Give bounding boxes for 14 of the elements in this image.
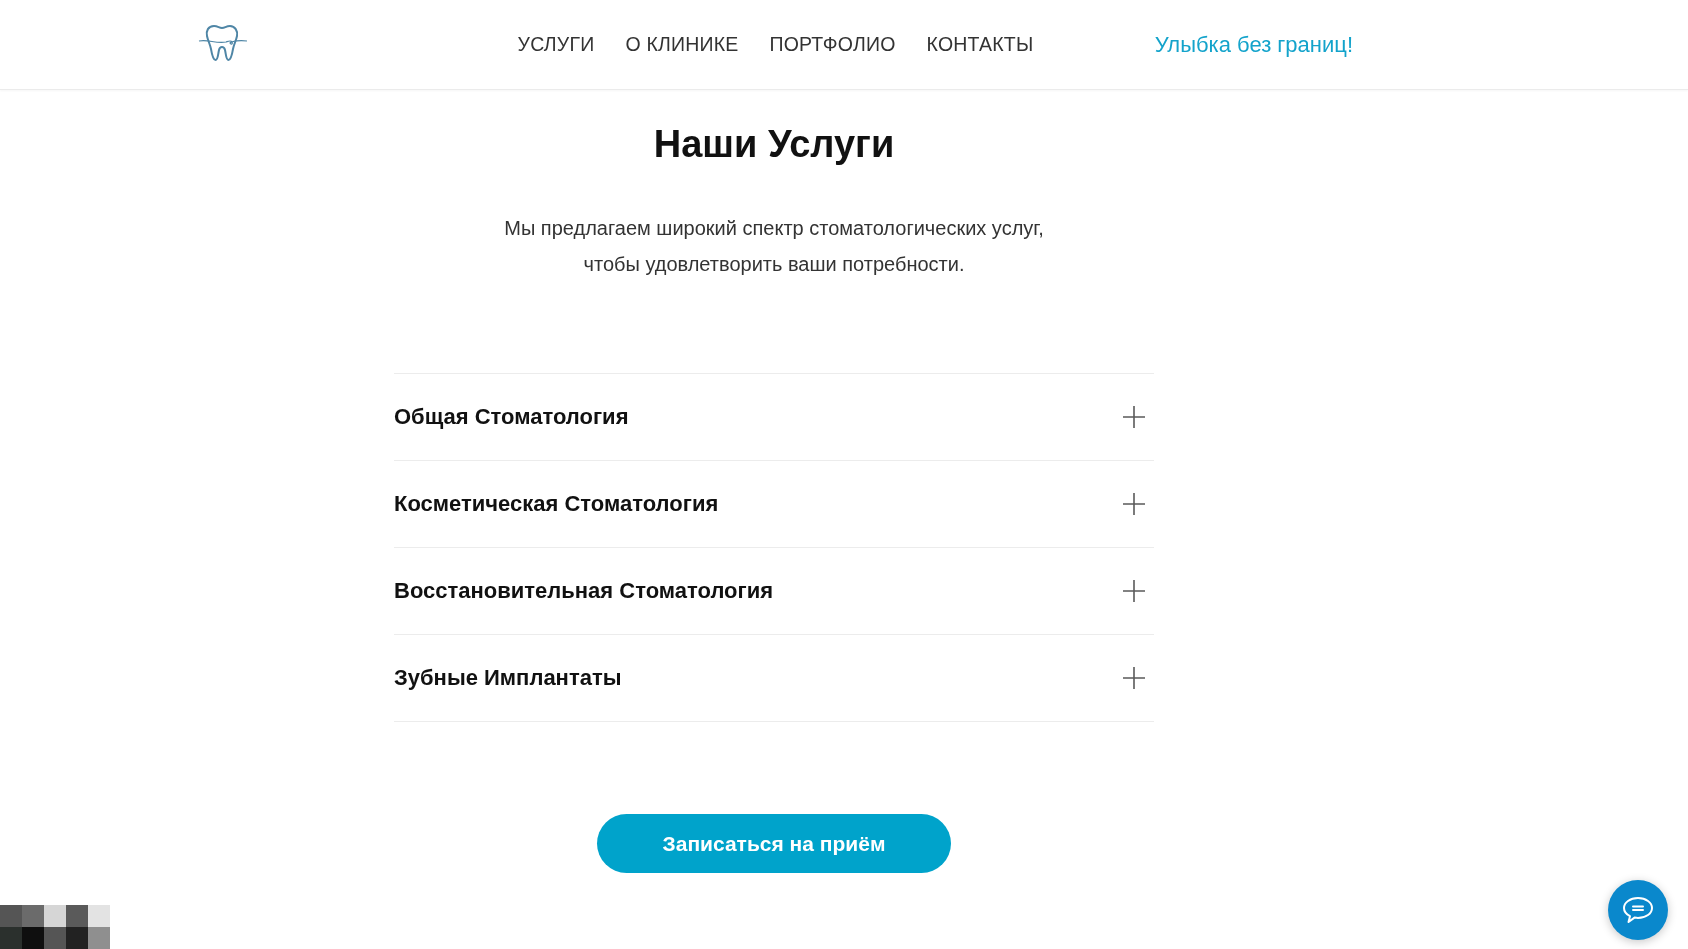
accordion-item[interactable]: Косметическая Стоматология (394, 460, 1154, 547)
chat-button[interactable] (1608, 880, 1668, 940)
section-title: Наши Услуги (653, 122, 895, 167)
tagline: Улыбка без границ! (1154, 31, 1353, 58)
nav-link[interactable]: ПОРТФОЛИО (769, 33, 896, 56)
intro-text: Мы предлагаем широкий спектр стоматологических услуг, чтобы удовлетворить ваши потребности. (504, 216, 1044, 277)
accordion-item[interactable]: Общая Стоматология (394, 373, 1154, 460)
accordion-item[interactable]: Зубные Имплантаты (394, 634, 1154, 722)
accordion-item[interactable]: Восстановительная Стоматология (394, 547, 1154, 634)
chat-bubble-icon (1622, 896, 1654, 924)
tooth-logo-icon[interactable] (198, 22, 248, 63)
nav-link[interactable]: КОНТАКТЫ (926, 33, 1034, 56)
nav-link[interactable]: О КЛИНИКЕ (625, 33, 739, 56)
nav-link[interactable]: УСЛУГИ (517, 33, 595, 56)
